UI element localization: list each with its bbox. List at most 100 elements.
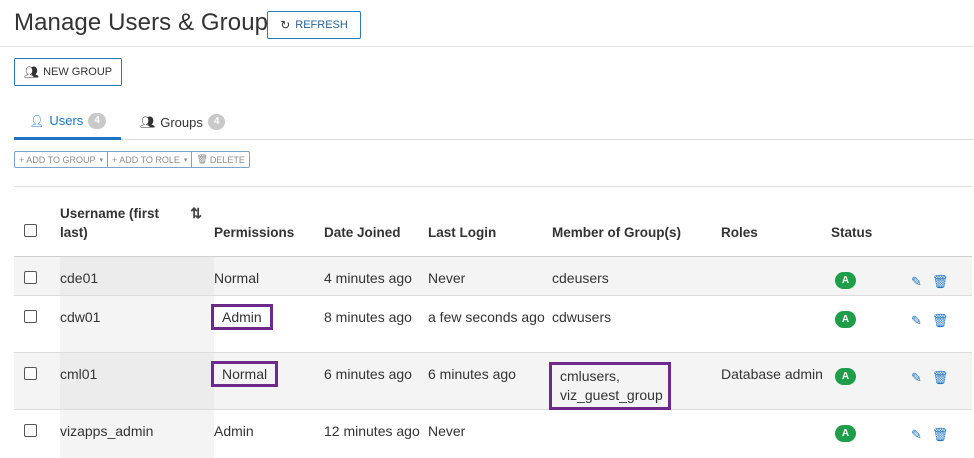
roles-cell (721, 296, 831, 353)
last-login-cell: 6 minutes ago (428, 366, 516, 382)
table-row: cde01 Normal 4 minutes ago Never cdeuser… (14, 256, 972, 296)
add-to-group-label: ADD TO GROUP (26, 154, 96, 165)
add-to-group-button[interactable]: + ADD TO GROUP ▾ (14, 151, 108, 168)
username-cell: cdw01 (60, 295, 214, 353)
table-row: cml01 Normal 6 minutes ago 6 minutes ago… (14, 352, 972, 410)
date-joined-cell: 4 minutes ago (324, 270, 412, 286)
delete-button[interactable]: 🗑︎ DELETE (192, 151, 250, 168)
row-actions-cell: ✎ 🗑︎ (899, 410, 972, 458)
tab-users-count-badge: 4 (88, 112, 106, 129)
row-checkbox[interactable] (24, 424, 37, 437)
permissions-highlight: Normal (210, 361, 279, 387)
new-group-button[interactable]: 👥︎ NEW GROUP (14, 58, 122, 86)
status-cell: A (831, 353, 899, 410)
pencil-icon[interactable]: ✎ (911, 368, 922, 387)
column-header-roles: Roles (721, 225, 758, 240)
column-header-permissions: Permissions (214, 225, 295, 240)
header-divider (0, 46, 974, 47)
sort-icon[interactable]: ⇅ (190, 204, 202, 223)
tab-groups[interactable]: 👥︎ Groups 4 (140, 104, 226, 140)
row-actions-cell: ✎ 🗑︎ (899, 257, 972, 296)
groups-cell: cdwusers (552, 309, 612, 325)
users-icon: 👥︎ (140, 115, 156, 129)
permissions-cell: Admin (214, 423, 254, 439)
tab-users[interactable]: 👤︎ Users 4 (14, 104, 121, 140)
row-select-cell (14, 296, 60, 353)
groups-cell (552, 410, 721, 458)
pencil-icon[interactable]: ✎ (911, 425, 922, 444)
roles-cell (721, 410, 831, 458)
delete-label: DELETE (209, 154, 245, 165)
page-title: Manage Users & Groups (14, 9, 281, 36)
row-checkbox[interactable] (24, 271, 37, 284)
status-cell: A (831, 257, 899, 296)
username-cell: vizapps_admin (60, 409, 214, 458)
column-header-groups: Member of Group(s) (552, 225, 682, 240)
trash-icon: 🗑︎ (196, 154, 208, 164)
date-joined-cell: 8 minutes ago (324, 309, 412, 325)
plus-icon: + (111, 154, 118, 165)
add-to-role-button[interactable]: + ADD TO ROLE ▾ (107, 151, 193, 168)
permissions-cell: Normal (210, 353, 324, 410)
pencil-icon[interactable]: ✎ (911, 311, 922, 330)
table-header-row: ⇅ Username (first last) Permissions Date… (14, 186, 972, 257)
trash-icon[interactable]: 🗑︎ (932, 368, 949, 387)
refresh-button[interactable]: ↻ REFRESH (267, 11, 361, 39)
date-joined-cell: 6 minutes ago (324, 366, 412, 382)
username-cell: cml01 (60, 352, 214, 410)
row-select-cell (14, 257, 60, 296)
permissions-highlight: Admin (211, 304, 273, 330)
users-table: ⇅ Username (first last) Permissions Date… (14, 186, 972, 458)
caret-down-icon: ▾ (183, 156, 188, 164)
row-select-cell (14, 410, 60, 458)
select-all-checkbox[interactable] (24, 224, 37, 237)
permissions-cell: Admin (211, 296, 324, 353)
plus-icon: + (19, 154, 25, 165)
row-select-cell (14, 353, 60, 410)
tab-groups-count-badge: 4 (207, 114, 226, 130)
refresh-label: REFRESH (295, 19, 348, 31)
refresh-icon: ↻ (280, 18, 291, 32)
caret-down-icon: ▾ (99, 156, 103, 164)
trash-icon[interactable]: 🗑︎ (932, 311, 949, 330)
column-header-username[interactable]: ⇅ Username (first last) (60, 187, 214, 257)
add-to-role-label: ADD TO ROLE (119, 154, 180, 165)
pencil-icon[interactable]: ✎ (911, 272, 922, 291)
tab-users-label: Users (49, 113, 84, 128)
last-login-cell: Never (428, 423, 466, 439)
row-checkbox[interactable] (24, 367, 37, 380)
table-row: vizapps_admin Admin 12 minutes ago Never… (14, 409, 972, 458)
tab-bar: 👤︎ Users 4 👥︎ Groups 4 (14, 104, 974, 140)
roles-cell (721, 257, 831, 296)
username-cell: cde01 (60, 256, 214, 296)
groups-cell: cdeusers (552, 270, 609, 286)
tab-groups-label: Groups (160, 114, 203, 130)
groups-highlight: cmlusers, viz_guest_group (549, 362, 671, 410)
row-actions-cell: ✎ 🗑︎ (899, 296, 972, 353)
roles-cell: Database admin (721, 366, 823, 382)
trash-icon[interactable]: 🗑︎ (932, 272, 949, 291)
status-badge: A (835, 368, 856, 385)
table-row: cdw01 Admin 8 minutes ago a few seconds … (14, 295, 972, 353)
groups-cell: cmlusers, viz_guest_group (549, 353, 721, 410)
status-cell: A (831, 296, 899, 353)
last-login-cell: a few seconds ago (428, 309, 545, 325)
row-actions-cell: ✎ 🗑︎ (899, 353, 972, 410)
users-icon: 👥︎ (23, 65, 40, 79)
column-header-actions (899, 187, 972, 257)
status-cell: A (831, 410, 899, 458)
status-badge: A (835, 272, 856, 289)
trash-icon[interactable]: 🗑︎ (932, 425, 949, 444)
column-header-status: Status (831, 225, 873, 240)
column-header-date-joined: Date Joined (324, 225, 401, 240)
new-group-label: NEW GROUP (43, 66, 113, 78)
permissions-cell: Normal (214, 270, 260, 286)
column-header-last-login: Last Login (428, 225, 497, 240)
status-badge: A (835, 311, 856, 328)
select-all-cell (14, 187, 60, 257)
last-login-cell: Never (428, 270, 466, 286)
status-badge: A (835, 425, 856, 442)
row-checkbox[interactable] (24, 310, 37, 323)
column-header-username-label: Username (first last) (60, 206, 160, 240)
bulk-action-bar: + ADD TO GROUP ▾ + ADD TO ROLE ▾ 🗑︎ DELE… (14, 151, 250, 168)
